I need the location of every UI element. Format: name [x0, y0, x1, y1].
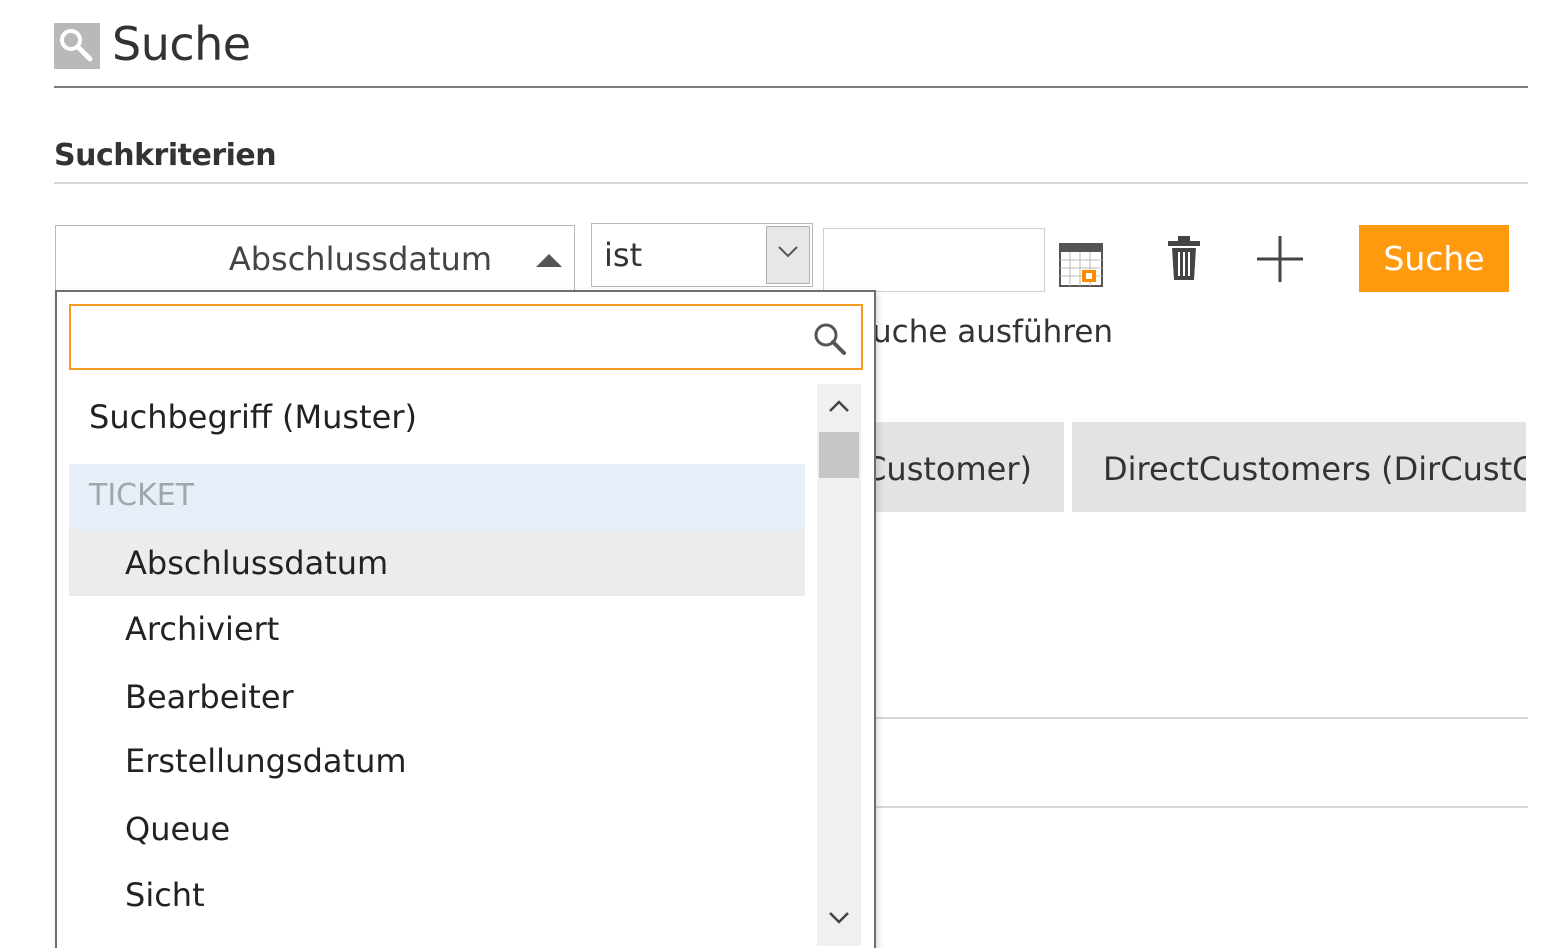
page-title: Suche: [112, 17, 251, 71]
operator-select-value: ist: [604, 236, 643, 274]
calendar-icon[interactable]: [1058, 240, 1104, 288]
dropdown-scrollbar[interactable]: [817, 384, 861, 946]
chevron-down-icon[interactable]: [827, 910, 851, 926]
operator-dropdown-button[interactable]: [766, 226, 810, 284]
column-header-label: DirectCustomers (DirCustC: [1103, 450, 1526, 488]
column-header-customer[interactable]: Customer): [864, 422, 1064, 512]
dropdown-item-archiviert[interactable]: Archiviert: [69, 596, 805, 662]
plus-icon[interactable]: [1255, 234, 1305, 284]
dropdown-item-queue[interactable]: Queue: [69, 796, 805, 862]
results-divider: [870, 717, 1528, 719]
dropdown-search[interactable]: [69, 304, 863, 370]
trash-icon[interactable]: [1166, 234, 1202, 282]
operator-select[interactable]: ist: [591, 223, 813, 287]
dropdown-item-erstellungsdatum[interactable]: Erstellungsdatum: [69, 728, 805, 794]
column-header-direct-customers[interactable]: DirectCustomers (DirCustC: [1072, 422, 1526, 512]
field-select-value: Abschlussdatum: [228, 240, 492, 278]
caret-up-icon: [536, 254, 562, 267]
search-button[interactable]: Suche: [1359, 225, 1509, 292]
field-dropdown: Suchbegriff (Muster) TICKET Abschlussdat…: [55, 290, 876, 948]
chevron-down-icon: [778, 246, 798, 258]
dropdown-item-suchbegriff[interactable]: Suchbegriff (Muster): [69, 384, 805, 450]
value-input[interactable]: [823, 228, 1045, 292]
run-search-link[interactable]: uche ausführen: [872, 314, 1113, 350]
dropdown-item-abschlussdatum[interactable]: Abschlussdatum: [69, 530, 805, 596]
column-separator: [1064, 422, 1072, 512]
dropdown-search-input[interactable]: [79, 314, 799, 362]
section-title: Suchkriterien: [54, 138, 277, 173]
field-select[interactable]: Abschlussdatum: [55, 225, 575, 291]
dropdown-group-ticket: TICKET: [69, 464, 805, 530]
search-icon: [814, 323, 846, 355]
dropdown-item-bearbeiter[interactable]: Bearbeiter: [69, 664, 805, 730]
chevron-up-icon[interactable]: [827, 398, 851, 414]
search-icon: [54, 23, 100, 69]
results-divider: [870, 806, 1528, 808]
title-divider: [54, 86, 1528, 88]
dropdown-list: Suchbegriff (Muster) TICKET Abschlussdat…: [69, 384, 805, 948]
section-divider: [54, 182, 1528, 184]
dropdown-item-sicht[interactable]: Sicht: [69, 862, 805, 928]
page-header: Suche: [54, 14, 251, 74]
scrollbar-thumb[interactable]: [819, 432, 859, 478]
column-header-label: Customer): [864, 450, 1032, 488]
